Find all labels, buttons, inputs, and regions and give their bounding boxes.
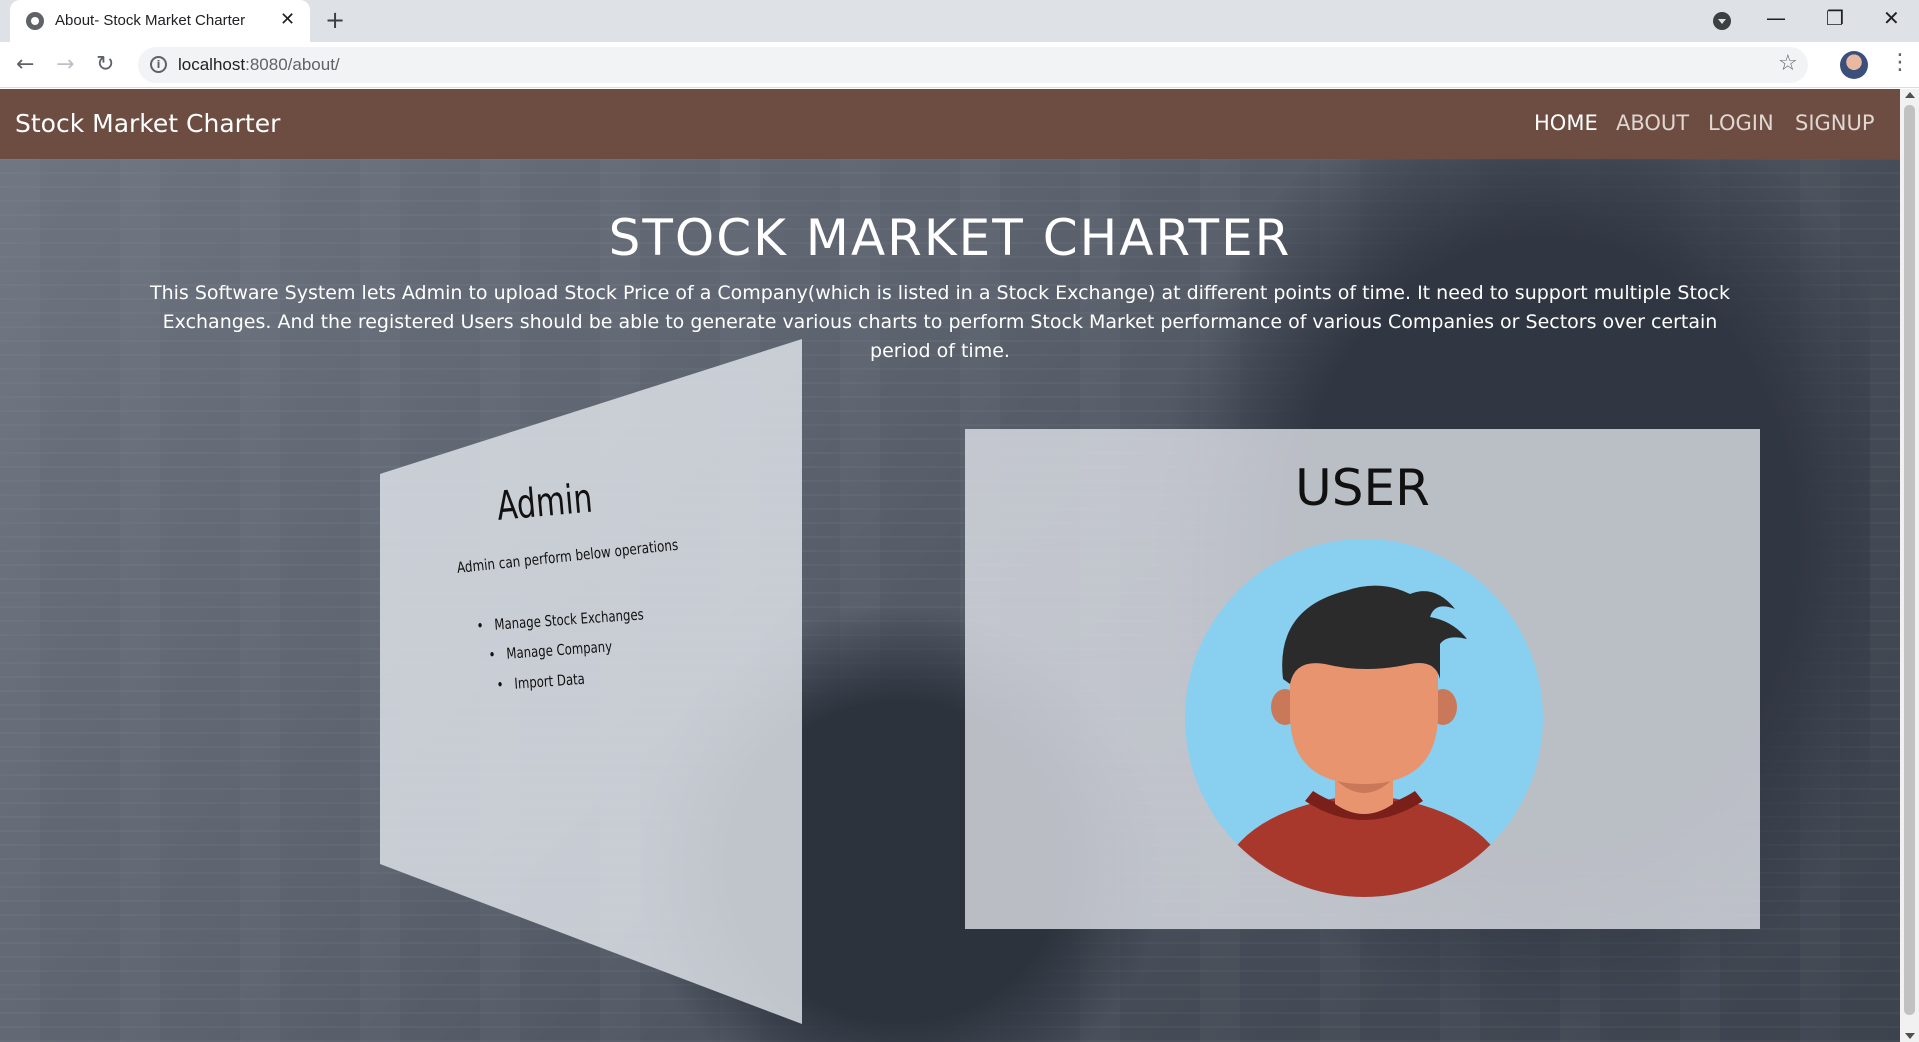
- browser-toolbar: ← → ↻ i localhost:8080/about/ ☆ ⋮: [0, 42, 1919, 88]
- nav-link-login[interactable]: LOGIN: [1708, 111, 1774, 135]
- forward-button[interactable]: →: [56, 52, 74, 77]
- browser-menu-icon[interactable]: ⋮: [1889, 50, 1911, 75]
- site-navbar: Stock Market Charter HOME ABOUT LOGIN SI…: [0, 89, 1900, 159]
- user-card[interactable]: USER: [965, 429, 1760, 929]
- profile-avatar[interactable]: [1840, 51, 1868, 79]
- nav-link-home[interactable]: HOME: [1534, 111, 1598, 135]
- browser-tab-bar: About- Stock Market Charter ✕ + — ❐ ✕: [0, 0, 1919, 42]
- page-title: STOCK MARKET CHARTER: [608, 209, 1292, 267]
- url-path: :8080/about/: [245, 55, 340, 74]
- admin-card-content: Admin Admin can perform below operations…: [380, 339, 802, 1024]
- tab-search-icon[interactable]: [1713, 12, 1731, 30]
- site-info-icon[interactable]: i: [150, 56, 167, 73]
- minimize-button[interactable]: —: [1766, 6, 1786, 30]
- user-avatar-icon: [1185, 539, 1543, 897]
- scroll-up-arrow-icon[interactable]: [1905, 92, 1915, 98]
- scroll-down-arrow-icon[interactable]: [1905, 1033, 1915, 1039]
- admin-operation-item: Import Data: [496, 670, 586, 694]
- page-viewport: Stock Market Charter HOME ABOUT LOGIN SI…: [0, 89, 1900, 1042]
- new-tab-button[interactable]: +: [325, 6, 345, 34]
- restore-button[interactable]: ❐: [1826, 6, 1844, 30]
- url-host: localhost: [178, 55, 246, 74]
- reload-button[interactable]: ↻: [96, 52, 114, 77]
- user-card-title: USER: [1295, 459, 1430, 517]
- back-button[interactable]: ←: [16, 52, 34, 77]
- nav-link-signup[interactable]: SIGNUP: [1795, 111, 1875, 135]
- tab-close-icon[interactable]: ✕: [280, 9, 295, 30]
- admin-card-subtitle: Admin can perform below operations: [456, 535, 680, 577]
- bookmark-star-icon[interactable]: ☆: [1778, 51, 1798, 76]
- tab-title: About- Stock Market Charter: [55, 12, 246, 29]
- navbar-brand[interactable]: Stock Market Charter: [15, 109, 280, 138]
- user-avatar-illustration: [1185, 539, 1543, 897]
- scrollbar-thumb[interactable]: [1904, 105, 1915, 1015]
- page-scrollbar[interactable]: [1900, 89, 1919, 1042]
- admin-operation-item: Manage Stock Exchanges: [476, 605, 644, 635]
- admin-operation-item: Manage Company: [488, 637, 613, 664]
- nav-link-about[interactable]: ABOUT: [1616, 111, 1689, 135]
- url-text[interactable]: localhost:8080/about/: [178, 55, 340, 75]
- admin-card-title: Admin: [495, 475, 595, 530]
- browser-tab[interactable]: About- Stock Market Charter ✕: [10, 0, 310, 42]
- globe-icon: [26, 12, 44, 30]
- close-window-button[interactable]: ✕: [1883, 6, 1900, 30]
- address-bar[interactable]: i localhost:8080/about/ ☆: [138, 47, 1808, 83]
